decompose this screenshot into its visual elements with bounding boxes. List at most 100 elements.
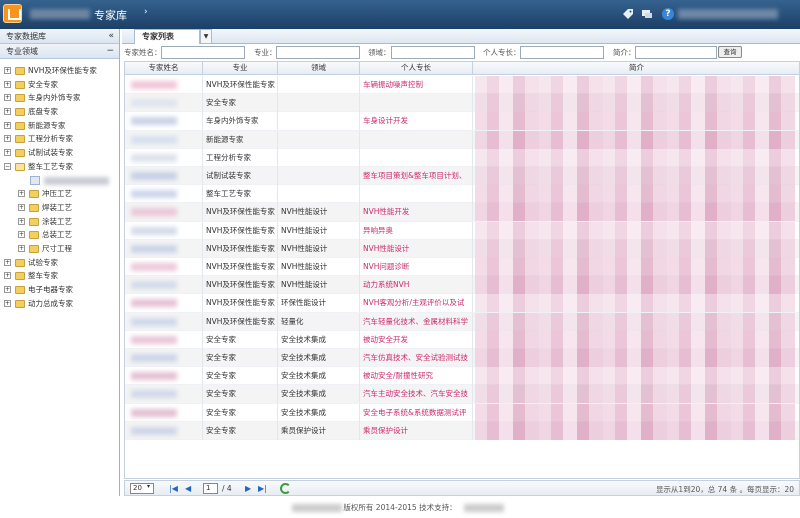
column-header-name[interactable]: 专家姓名	[125, 62, 203, 75]
table-row[interactable]: 安全专家 安全技术集成 汽车仿真技术、安全试验测试技	[125, 349, 799, 368]
tree-node[interactable]: + 动力总成专家	[0, 297, 119, 311]
cell-name-redacted	[125, 312, 203, 331]
folder-icon	[15, 272, 25, 281]
tree-node-label: 试验专家	[28, 257, 58, 267]
page-number-input[interactable]: 1	[203, 483, 218, 494]
minimize-icon[interactable]: −	[106, 44, 114, 59]
cell-intro-redacted	[473, 258, 799, 276]
expand-node-icon[interactable]: +	[4, 135, 11, 143]
collapse-panel-icon[interactable]: «	[108, 29, 114, 44]
major-filter-input[interactable]	[276, 46, 360, 59]
tree-node[interactable]: + NVH及环保性能专家	[0, 64, 119, 78]
table-row[interactable]: NVH及环保性能专家 NVH性能设计 NVH问题诊断	[125, 258, 799, 277]
cell-field	[278, 185, 360, 204]
page-size-select[interactable]: 20	[130, 483, 154, 494]
expand-node-icon[interactable]: +	[4, 258, 11, 266]
tree-node[interactable]: + 新能源专家	[0, 119, 119, 133]
expand-node-icon[interactable]: +	[18, 203, 25, 211]
folder-icon	[15, 258, 25, 267]
help-icon[interactable]: ?	[662, 8, 674, 20]
table-row[interactable]: NVH及环保性能专家 NVH性能设计 动力系统NVH	[125, 276, 799, 295]
table-row[interactable]: 整车工艺专家	[125, 185, 799, 204]
cell-field: NVH性能设计	[278, 203, 360, 222]
collapse-node-icon[interactable]: −	[4, 162, 11, 170]
expand-node-icon[interactable]: +	[4, 272, 11, 280]
expand-node-icon[interactable]: +	[18, 217, 25, 225]
table-row[interactable]: NVH及环保性能专家 环保性能设计 NVH客观分析/主观评价以及试	[125, 294, 799, 313]
tree-node[interactable]: + 安全专家	[0, 78, 119, 92]
tree-node[interactable]: − 整车工艺专家	[0, 160, 119, 174]
tree-node[interactable]: + 电子电器专家	[0, 283, 119, 297]
column-header-specialty[interactable]: 个人专长	[360, 62, 473, 75]
refresh-icon[interactable]	[280, 483, 291, 494]
table-row[interactable]: NVH及环保性能专家 轻量化 汽车轻量化技术、金属材料科学	[125, 312, 799, 331]
table-row[interactable]: NVH及环保性能专家 NVH性能设计 NVH性能设计	[125, 239, 799, 258]
tree-node[interactable]: + 总装工艺	[0, 228, 119, 242]
table-row[interactable]: NVH及环保性能专家 车辆振动噪声控制	[125, 76, 799, 95]
table-row[interactable]: 新能源专家	[125, 130, 799, 149]
tree-node[interactable]: + 工程分析专家	[0, 132, 119, 146]
tree-node[interactable]: + 底盘专家	[0, 105, 119, 119]
page-total: / 4	[222, 484, 232, 493]
page-size-dropdown-icon[interactable]: ▾	[147, 483, 150, 490]
table-row[interactable]: 工程分析专家	[125, 148, 799, 167]
expand-node-icon[interactable]: +	[4, 80, 11, 88]
expand-node-icon[interactable]: +	[4, 67, 11, 74]
cell-field: 安全技术集成	[278, 385, 360, 404]
table-row[interactable]: 车身内外饰专家 车身设计开发	[125, 112, 799, 131]
cell-name-redacted	[125, 239, 203, 258]
field-filter-input[interactable]	[391, 46, 475, 59]
tree-node[interactable]: + 试验专家	[0, 256, 119, 270]
tree-node[interactable]: + 车身内外饰专家	[0, 91, 119, 105]
table-row[interactable]: 试制试装专家 整车项目策划&整车项目计划、	[125, 167, 799, 186]
expand-node-icon[interactable]: +	[18, 231, 25, 239]
cell-intro-redacted	[473, 276, 799, 295]
cell-major: 试制试装专家	[203, 167, 278, 185]
tree-node[interactable]: + 冲压工艺	[0, 187, 119, 201]
expand-node-icon[interactable]: +	[18, 190, 25, 198]
user-info-redacted[interactable]	[678, 9, 778, 19]
expand-node-icon[interactable]: +	[4, 108, 11, 116]
table-row[interactable]: NVH及环保性能专家 NVH性能设计 异响异奥	[125, 221, 799, 240]
tree-node[interactable]: + 试制试装专家	[0, 146, 119, 160]
last-page-icon[interactable]: ▶|	[258, 484, 267, 493]
table-row[interactable]: 安全专家 安全技术集成 安全电子系统&系统数据测试评	[125, 403, 799, 422]
column-header-major[interactable]: 专业	[203, 62, 278, 75]
main-panel: 专家列表 ▼ 专家姓名： 专业： 领域： 个人专长： 简介： 查询 专家姓名 专…	[122, 29, 800, 496]
column-header-intro[interactable]: 简介	[473, 62, 799, 75]
cell-name-redacted	[125, 294, 203, 313]
expand-node-icon[interactable]: +	[4, 286, 11, 293]
search-button[interactable]: 查询	[718, 46, 742, 58]
expand-node-icon[interactable]: +	[4, 121, 11, 129]
tree-node[interactable]	[0, 174, 119, 188]
message-icon[interactable]	[641, 8, 653, 20]
table-row[interactable]: 安全专家	[125, 94, 799, 113]
next-page-icon[interactable]: ▶	[245, 484, 251, 493]
tab-menu-icon[interactable]: ▼	[200, 29, 212, 44]
expert-grid: 专家姓名 专业 领域 个人专长 简介 NVH及环保性能专家 车辆振动噪声控制 安全专…	[124, 61, 800, 479]
column-header-field[interactable]: 领域	[278, 62, 360, 75]
first-page-icon[interactable]: |◀	[169, 484, 178, 493]
tree-node[interactable]: + 尺寸工程	[0, 242, 119, 256]
tree-node-label: 工程分析专家	[28, 134, 73, 144]
tag-icon[interactable]	[622, 8, 634, 20]
expand-node-icon[interactable]: +	[4, 149, 11, 157]
tree-node[interactable]: + 涂装工艺	[0, 215, 119, 229]
expand-node-icon[interactable]: +	[4, 299, 11, 307]
tree-node[interactable]: + 整车专家	[0, 269, 119, 283]
tree-node[interactable]: + 焊装工艺	[0, 201, 119, 215]
table-row[interactable]: 安全专家 安全技术集成 被动安全/耐撞性研究	[125, 367, 799, 386]
expand-node-icon[interactable]: +	[18, 244, 25, 252]
prev-page-icon[interactable]: ◀	[185, 484, 191, 493]
specialty-filter-input[interactable]	[520, 46, 604, 59]
table-row[interactable]: NVH及环保性能专家 NVH性能设计 NVH性能开发	[125, 203, 799, 222]
intro-filter-input[interactable]	[635, 46, 717, 59]
table-row[interactable]: 安全专家 乘员保护设计 乘员保护设计	[125, 421, 799, 440]
cell-name-redacted	[125, 130, 203, 149]
table-row[interactable]: 安全专家 安全技术集成 被动安全开发	[125, 330, 799, 349]
tab-expert-list[interactable]: 专家列表	[134, 29, 200, 44]
name-filter-input[interactable]	[161, 46, 245, 59]
cell-specialty	[360, 185, 473, 204]
table-row[interactable]: 安全专家 安全技术集成 汽车主动安全技术、汽车安全技	[125, 385, 799, 404]
expand-node-icon[interactable]: +	[4, 94, 11, 102]
